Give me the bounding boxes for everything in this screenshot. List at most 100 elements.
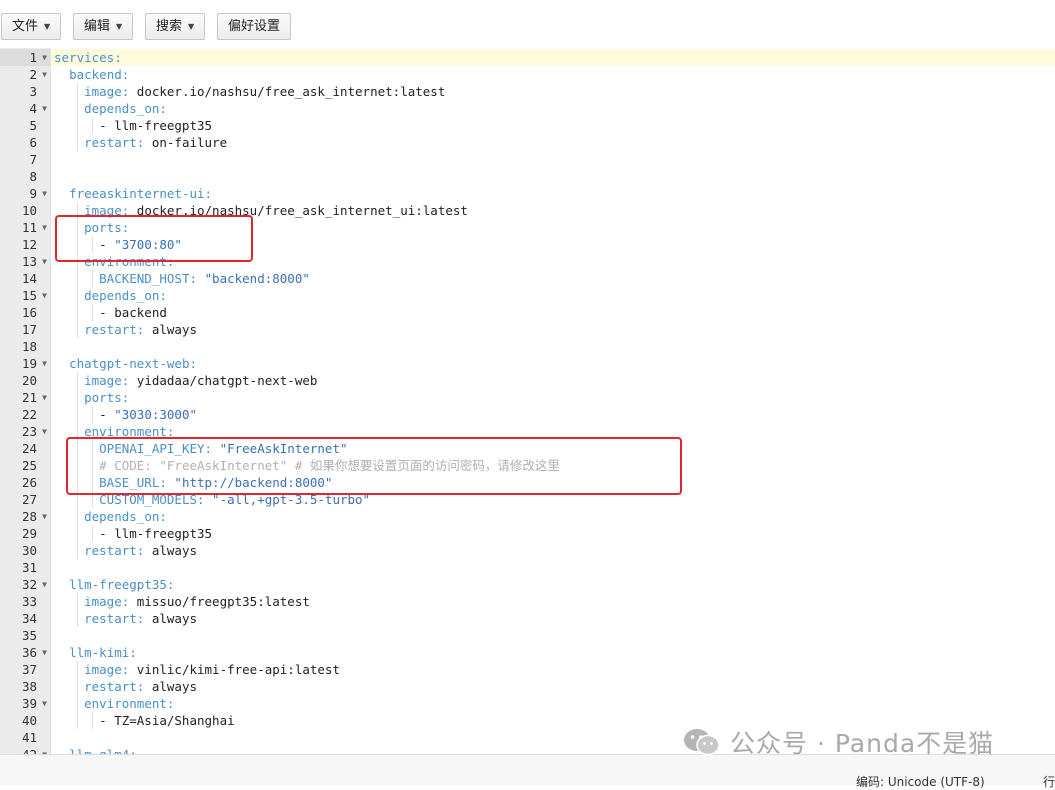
- yaml-string: "http://backend:8000": [166, 475, 333, 490]
- yaml-text: [54, 577, 69, 592]
- code-text: image: missuo/freegpt35:latest: [54, 593, 310, 610]
- encoding-status[interactable]: 编码: Unicode (UTF-8): [856, 773, 985, 790]
- yaml-text: [54, 662, 84, 677]
- code-line[interactable]: 18: [0, 338, 1055, 355]
- yaml-text: [54, 390, 84, 405]
- line-number: 35: [21, 628, 37, 643]
- fold-toggle-icon[interactable]: ▼: [40, 355, 49, 372]
- yaml-key: image:: [84, 373, 130, 388]
- yaml-key: restart:: [84, 611, 145, 626]
- edit-menu-label: 编辑: [84, 19, 111, 34]
- code-line[interactable]: 36 ▼ llm-kimi:: [0, 644, 1055, 661]
- code-line[interactable]: 23 ▼ environment:: [0, 423, 1055, 440]
- code-line[interactable]: 28 ▼ depends_on:: [0, 508, 1055, 525]
- fold-toggle-icon[interactable]: ▼: [40, 219, 49, 236]
- code-line[interactable]: 13 ▼ environment:: [0, 253, 1055, 270]
- line-number: 31: [21, 560, 37, 575]
- code-line[interactable]: 22 - "3030:3000": [0, 406, 1055, 423]
- code-line[interactable]: 2 ▼ backend:: [0, 66, 1055, 83]
- code-line[interactable]: 3 image: docker.io/nashsu/free_ask_inter…: [0, 83, 1055, 100]
- fold-toggle-icon[interactable]: ▼: [40, 100, 49, 117]
- code-line[interactable]: 25 # CODE: "FreeAskInternet" # 如果你想要设置页面…: [0, 457, 1055, 474]
- yaml-key: depends_on:: [84, 101, 167, 116]
- code-line[interactable]: 24 OPENAI_API_KEY: "FreeAskInternet": [0, 440, 1055, 457]
- yaml-key: image:: [84, 203, 130, 218]
- code-line[interactable]: 29 - llm-freegpt35: [0, 525, 1055, 542]
- fold-toggle-icon[interactable]: ▼: [40, 423, 49, 440]
- code-line[interactable]: 12 - "3700:80": [0, 236, 1055, 253]
- code-line[interactable]: 19 ▼ chatgpt-next-web:: [0, 355, 1055, 372]
- file-menu-button[interactable]: 文件 ▼: [1, 13, 62, 40]
- code-line[interactable]: 35: [0, 627, 1055, 644]
- fold-toggle-icon[interactable]: ▼: [40, 644, 49, 661]
- yaml-text: [54, 84, 84, 99]
- code-line[interactable]: 37 image: vinlic/kimi-free-api:latest: [0, 661, 1055, 678]
- watermark: 公众号 · Panda不是猫: [682, 724, 994, 760]
- code-line[interactable]: 27 CUSTOM_MODELS: "-all,+gpt-3.5-turbo": [0, 491, 1055, 508]
- edit-menu-button[interactable]: 编辑 ▼: [73, 13, 134, 40]
- fold-toggle-icon[interactable]: ▼: [40, 695, 49, 712]
- line-number: 15: [21, 288, 37, 303]
- code-lines[interactable]: 1 ▼ services: 2 ▼ backend: 3 image: docker.io…: [0, 49, 1055, 754]
- line-number: 21: [21, 390, 37, 405]
- code-line[interactable]: 15 ▼ depends_on:: [0, 287, 1055, 304]
- code-line[interactable]: 26 BASE_URL: "http://backend:8000": [0, 474, 1055, 491]
- line-number: 30: [21, 543, 37, 558]
- fold-toggle-icon[interactable]: ▼: [40, 746, 49, 754]
- code-line[interactable]: 17 restart: always: [0, 321, 1055, 338]
- line-number: 18: [21, 339, 37, 354]
- toolbar: 文件 ▼ 编辑 ▼ 搜索 ▼ 偏好设置: [0, 0, 1055, 48]
- code-line[interactable]: 8: [0, 168, 1055, 185]
- yaml-text: [54, 543, 84, 558]
- code-line[interactable]: 21 ▼ ports:: [0, 389, 1055, 406]
- yaml-key: chatgpt-next-web:: [69, 356, 197, 371]
- yaml-text: [54, 611, 84, 626]
- code-line[interactable]: 38 restart: always: [0, 678, 1055, 695]
- code-line[interactable]: 4 ▼ depends_on:: [0, 100, 1055, 117]
- fold-toggle-icon[interactable]: ▼: [40, 576, 49, 593]
- yaml-key: environment:: [84, 424, 175, 439]
- code-line[interactable]: 10 image: docker.io/nashsu/free_ask_inte…: [0, 202, 1055, 219]
- code-line[interactable]: 11 ▼ ports:: [0, 219, 1055, 236]
- code-text: chatgpt-next-web:: [54, 355, 197, 372]
- fold-toggle-icon[interactable]: ▼: [40, 508, 49, 525]
- line-number: 19: [21, 356, 37, 371]
- code-text: ports:: [54, 219, 129, 236]
- fold-toggle-icon[interactable]: ▼: [40, 185, 49, 202]
- code-line[interactable]: 7: [0, 151, 1055, 168]
- fold-toggle-icon[interactable]: ▼: [40, 389, 49, 406]
- search-menu-button[interactable]: 搜索 ▼: [145, 13, 206, 40]
- code-line[interactable]: 5 - llm-freegpt35: [0, 117, 1055, 134]
- yaml-text: [54, 645, 69, 660]
- code-editor[interactable]: 1 ▼ services: 2 ▼ backend: 3 image: docker.io…: [0, 48, 1055, 754]
- preferences-button[interactable]: 偏好设置: [217, 13, 292, 40]
- yaml-text: on-failure: [144, 135, 228, 150]
- fold-toggle-icon[interactable]: ▼: [40, 253, 49, 270]
- code-line[interactable]: 34 restart: always: [0, 610, 1055, 627]
- code-line[interactable]: 31: [0, 559, 1055, 576]
- code-line[interactable]: 30 restart: always: [0, 542, 1055, 559]
- fold-toggle-icon[interactable]: ▼: [40, 287, 49, 304]
- line-number: 25: [21, 458, 37, 473]
- code-line[interactable]: 1 ▼ services:: [0, 49, 1055, 66]
- yaml-text: [54, 696, 84, 711]
- yaml-string: "3030:3000": [114, 407, 198, 422]
- code-text: restart: always: [54, 678, 197, 695]
- line-number: 23: [21, 424, 37, 439]
- code-line[interactable]: 32 ▼ llm-freegpt35:: [0, 576, 1055, 593]
- code-line[interactable]: 20 image: yidadaa/chatgpt-next-web: [0, 372, 1055, 389]
- code-line[interactable]: 14 BACKEND_HOST: "backend:8000": [0, 270, 1055, 287]
- code-text: depends_on:: [54, 100, 167, 117]
- fold-toggle-icon[interactable]: ▼: [40, 66, 49, 83]
- code-line[interactable]: 6 restart: on-failure: [0, 134, 1055, 151]
- line-number: 38: [21, 679, 37, 694]
- code-line[interactable]: 16 - backend: [0, 304, 1055, 321]
- code-line[interactable]: 39 ▼ environment:: [0, 695, 1055, 712]
- yaml-text: [54, 441, 99, 456]
- code-text: restart: always: [54, 542, 197, 559]
- yaml-string: "backend:8000": [197, 271, 310, 286]
- code-line[interactable]: 33 image: missuo/freegpt35:latest: [0, 593, 1055, 610]
- fold-toggle-icon[interactable]: ▼: [40, 49, 49, 66]
- code-text: environment:: [54, 695, 174, 712]
- code-line[interactable]: 9 ▼ freeaskinternet-ui:: [0, 185, 1055, 202]
